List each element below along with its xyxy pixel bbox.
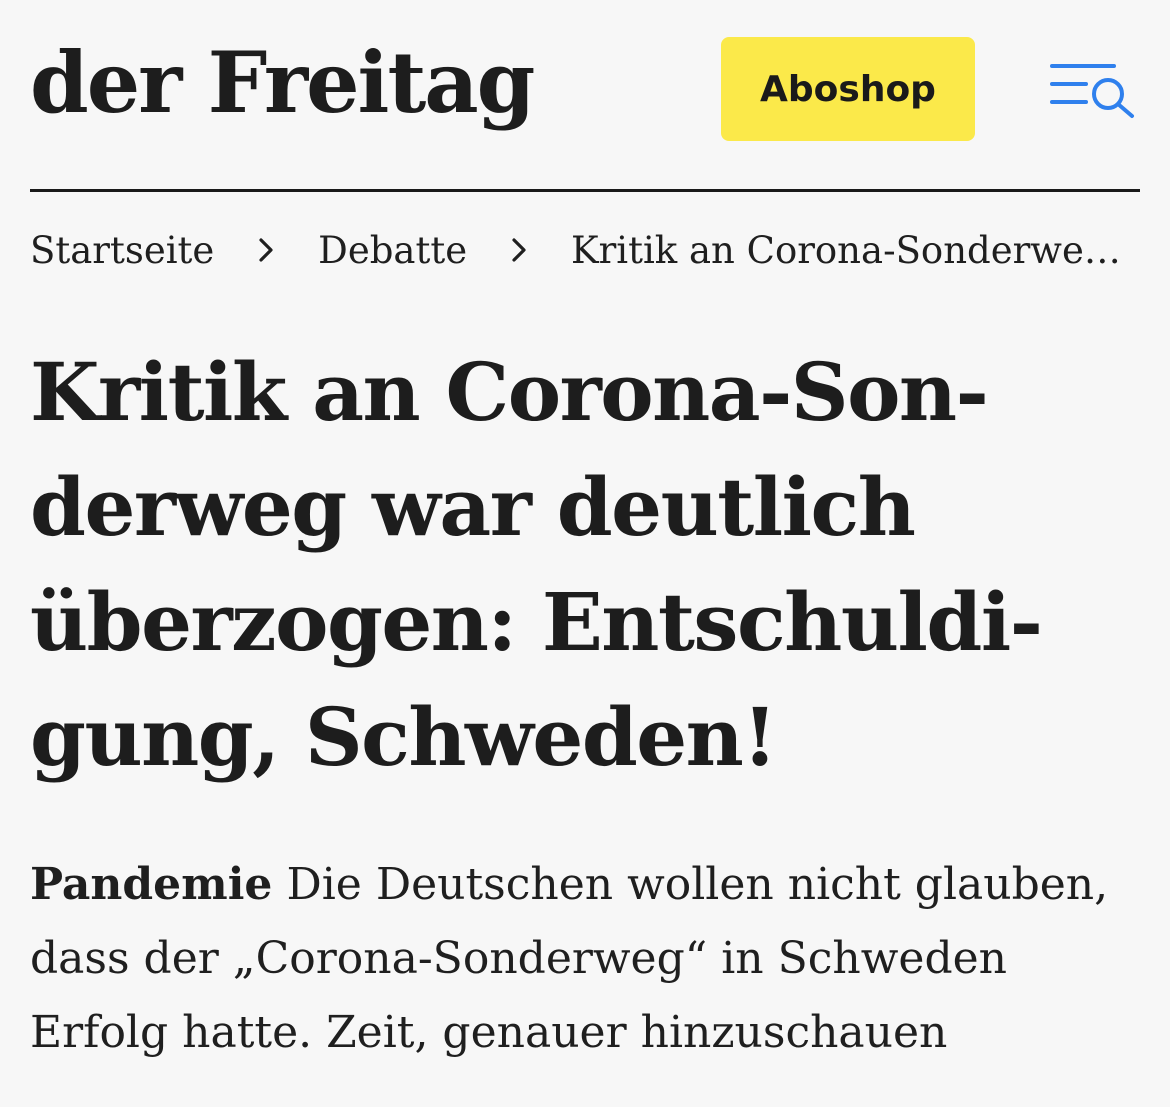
aboshop-button[interactable]: Aboshop [721,37,975,141]
menu-search-icon [1050,64,1134,118]
teaser-line: Erfolg hatte. Zeit, genauer hinzuschauen [30,1007,948,1058]
breadcrumb: Startseite Debatte Kritik an Corona-Sond… [30,222,1140,278]
headline-line: überzogen: Entschuldi- [30,575,1043,669]
breadcrumb-item-debatte[interactable]: Debatte [318,229,467,272]
article-headline: Kritik an Corona-Son- derweg war deutlic… [30,335,1150,795]
chevron-right-icon [214,230,318,270]
article-kicker: Pandemie [30,859,273,910]
teaser-line: Pandemie Die Deutschen wollen nicht glau… [30,848,1150,922]
article-teaser: Pandemie Die Deutschen wollen nicht glau… [30,848,1150,1070]
site-logo[interactable]: der Freitag [30,28,535,138]
header-divider [30,189,1140,192]
headline-line: derweg war deutlich [30,460,916,554]
breadcrumb-item-current: Kritik an Corona-Sonderweg ... [570,228,1140,272]
teaser-text: Die Deutschen wollen nicht glauben, [286,859,1109,910]
chevron-right-icon [467,230,571,270]
breadcrumb-item-startseite[interactable]: Startseite [30,229,214,272]
headline-line: Kritik an Corona-Son- [30,345,989,439]
teaser-line: dass der „Corona-Sonderweg“ in Schweden [30,933,1008,984]
headline-line: gung, Schweden! [30,690,777,784]
menu-search-button[interactable] [1048,58,1138,122]
site-header: der Freitag Aboshop [0,0,1170,192]
